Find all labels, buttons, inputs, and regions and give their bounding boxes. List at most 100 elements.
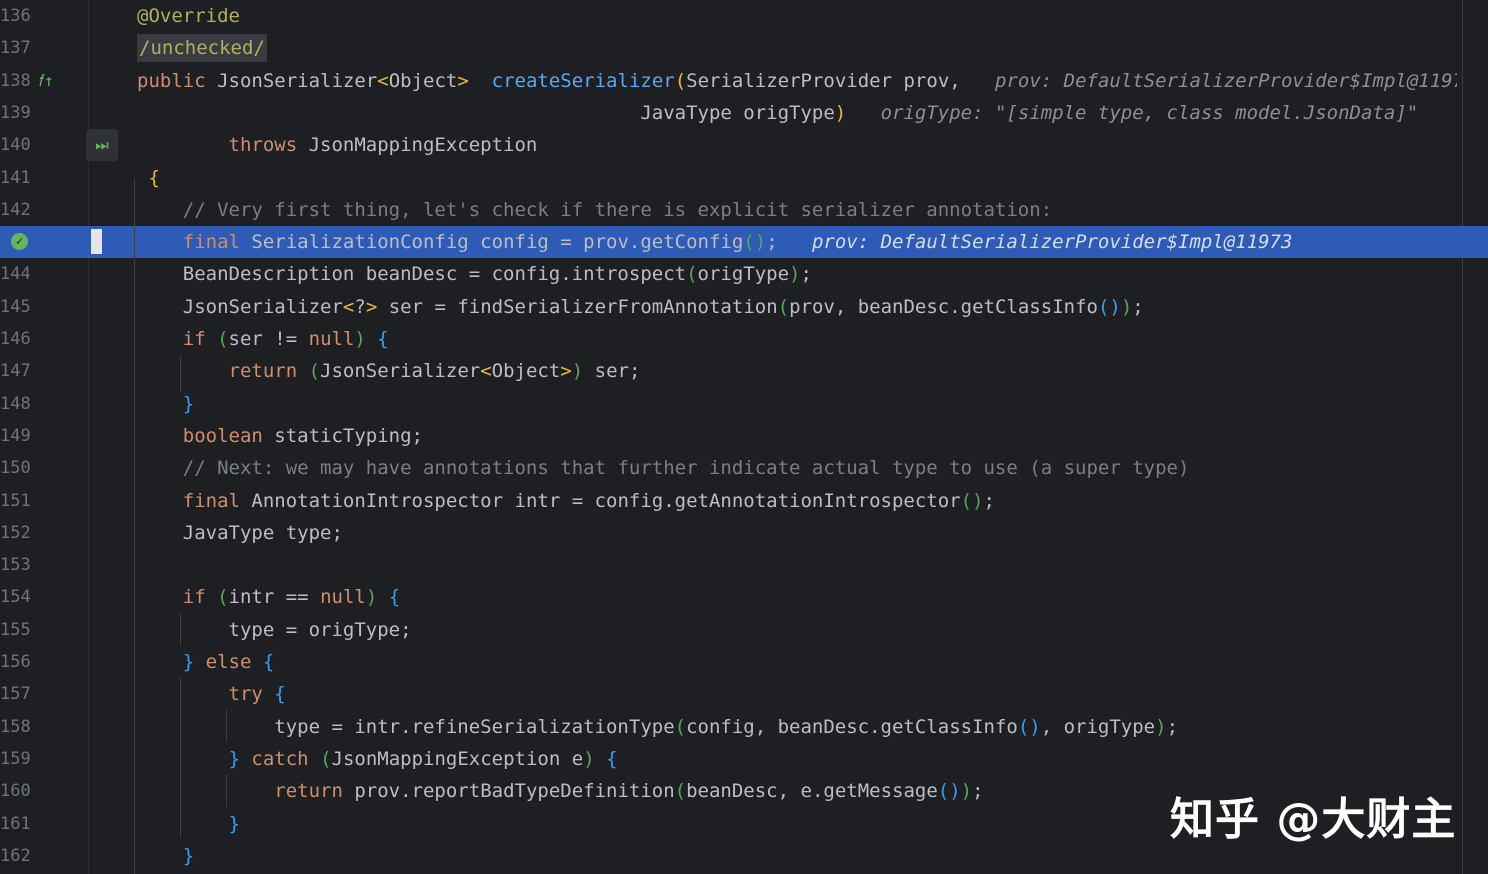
line-number[interactable]: 149: [0, 420, 30, 452]
code-line[interactable]: 137/unchecked/: [0, 32, 1488, 64]
code-text[interactable]: }: [137, 388, 194, 420]
code-editor[interactable]: 136 @Override 137/unchecked/138 𝑓↑ public Js…: [0, 0, 1488, 874]
code-line[interactable]: 159 } catch (JsonMappingException e) {: [0, 743, 1488, 775]
code-token: >: [560, 360, 572, 383]
line-number[interactable]: 155: [0, 614, 30, 646]
code-line[interactable]: 136 @Override: [0, 0, 1488, 32]
code-token: (): [937, 780, 961, 803]
line-number[interactable]: 145: [0, 291, 30, 323]
line-number[interactable]: 147: [0, 355, 30, 387]
line-number[interactable]: 137: [0, 32, 30, 64]
code-line[interactable]: 138 𝑓↑ public JsonSerializer<Object> creat…: [0, 65, 1488, 97]
code-token: (): [960, 489, 984, 512]
code-line[interactable]: 139 JavaType origType) origType: "[simpl…: [0, 97, 1488, 129]
line-number[interactable]: 152: [0, 517, 30, 549]
code-line[interactable]: 146 if (ser != null) {: [0, 323, 1488, 355]
code-token: ): [354, 328, 366, 350]
code-line[interactable]: 152 JavaType type;: [0, 517, 1488, 549]
code-line[interactable]: 156 } else {: [0, 646, 1488, 678]
code-line[interactable]: 140 throws JsonMappingException: [0, 129, 1488, 161]
line-number[interactable]: 146: [0, 323, 30, 355]
line-number[interactable]: 136: [0, 0, 30, 32]
code-line[interactable]: 150 // Next: we may have annotations tha…: [0, 452, 1488, 484]
line-number[interactable]: 150: [0, 452, 30, 484]
code-token: }: [228, 747, 240, 770]
line-number[interactable]: 144: [0, 258, 30, 290]
code-text[interactable]: } else {: [137, 646, 275, 678]
line-number[interactable]: 159: [0, 743, 30, 775]
code-line[interactable]: 148 }: [0, 388, 1488, 420]
line-number[interactable]: 151: [0, 485, 30, 517]
code-text[interactable]: if (ser != null) {: [137, 323, 389, 355]
code-text[interactable]: JavaType origType) origType: "[simple ty…: [137, 97, 1418, 129]
code-line[interactable]: 145 JsonSerializer<?> ser = findSerializ…: [0, 291, 1488, 323]
code-token: {: [262, 651, 275, 673]
line-number[interactable]: 139: [0, 97, 30, 129]
code-text[interactable]: // Next: we may have annotations that fu…: [137, 452, 1190, 484]
code-text[interactable]: try {: [137, 678, 286, 710]
code-text[interactable]: public JsonSerializer<Object> createSeri…: [137, 65, 1457, 97]
line-number[interactable]: 141: [0, 162, 30, 194]
line-number[interactable]: 160: [0, 775, 30, 807]
code-line[interactable]: 151 final AnnotationIntrospector intr = …: [0, 485, 1488, 517]
line-number[interactable]: 153: [0, 549, 30, 581]
code-text[interactable]: if (intr == null) {: [137, 581, 400, 613]
code-text[interactable]: }: [137, 840, 194, 872]
code-text[interactable]: type = origType;: [137, 614, 412, 646]
code-line[interactable]: 158 type = intr.refineSerializationType(…: [0, 711, 1488, 743]
code-text[interactable]: final SerializationConfig config = prov.…: [137, 226, 1293, 258]
code-token: }: [182, 844, 195, 867]
code-line[interactable]: 157 try {: [0, 678, 1488, 710]
code-token: JavaType type;: [137, 521, 343, 544]
code-text[interactable]: /unchecked/: [137, 32, 267, 64]
code-text[interactable]: }: [137, 808, 240, 840]
code-text[interactable]: } catch (JsonMappingException e) {: [137, 743, 618, 775]
code-token: JsonSerializer: [217, 69, 378, 92]
code-line[interactable]: 153: [0, 549, 1488, 581]
code-text[interactable]: return (JsonSerializer<Object>) ser;: [137, 355, 641, 387]
code-token: ;: [1132, 295, 1144, 318]
code-token: return: [274, 780, 355, 803]
line-number[interactable]: 162: [0, 840, 30, 872]
code-text[interactable]: JavaType type;: [137, 517, 343, 549]
line-number[interactable]: 140: [0, 129, 30, 161]
current-execution-line[interactable]: ✓ final SerializationConfig config = pro…: [0, 226, 1488, 259]
code-line[interactable]: 141 {: [0, 162, 1488, 194]
step-over-button[interactable]: ⏭: [86, 129, 118, 161]
line-number[interactable]: 157: [0, 678, 30, 710]
code-text[interactable]: JsonSerializer<?> ser = findSerializerFr…: [137, 291, 1144, 323]
line-number[interactable]: 142: [0, 194, 30, 226]
code-token: JsonSerializer: [320, 360, 481, 383]
override-method-icon[interactable]: 𝑓↑: [39, 65, 54, 97]
line-number[interactable]: 154: [0, 581, 30, 613]
code-text[interactable]: return prov.reportBadTypeDefinition(bean…: [137, 775, 983, 807]
code-line[interactable]: 147 return (JsonSerializer<Object>) ser;: [0, 355, 1488, 387]
code-token: <: [342, 295, 355, 318]
code-line[interactable]: 149 boolean staticTyping;: [0, 420, 1488, 452]
code-token: ): [1155, 715, 1167, 738]
code-line[interactable]: 154 if (intr == null) {: [0, 581, 1488, 613]
code-text[interactable]: boolean staticTyping;: [137, 420, 423, 452]
code-token: type = origType;: [137, 618, 412, 641]
line-number[interactable]: 158: [0, 711, 30, 743]
code-text[interactable]: {: [137, 162, 159, 194]
line-number[interactable]: 148: [0, 388, 30, 420]
code-text[interactable]: final AnnotationIntrospector intr = conf…: [137, 485, 995, 517]
code-text[interactable]: @Override: [137, 0, 240, 32]
code-text[interactable]: BeanDescription beanDesc = config.intros…: [137, 258, 812, 290]
code-line[interactable]: 155 type = origType;: [0, 614, 1488, 646]
code-token: public: [137, 69, 218, 92]
code-text[interactable]: type = intr.refineSerializationType(conf…: [137, 711, 1178, 743]
code-line[interactable]: 144 BeanDescription beanDesc = config.in…: [0, 258, 1488, 290]
code-text[interactable]: throws JsonMappingException: [137, 129, 538, 161]
line-number[interactable]: 156: [0, 646, 30, 678]
check-circle-icon[interactable]: ✓: [11, 233, 28, 251]
code-text[interactable]: // Very first thing, let's check if ther…: [137, 194, 1052, 226]
line-number[interactable]: 161: [0, 808, 30, 840]
line-number[interactable]: 138: [0, 65, 30, 97]
code-token: // Next: we may have annotations that fu…: [182, 457, 1190, 480]
code-line[interactable]: 142 // Very first thing, let's check if …: [0, 194, 1488, 226]
